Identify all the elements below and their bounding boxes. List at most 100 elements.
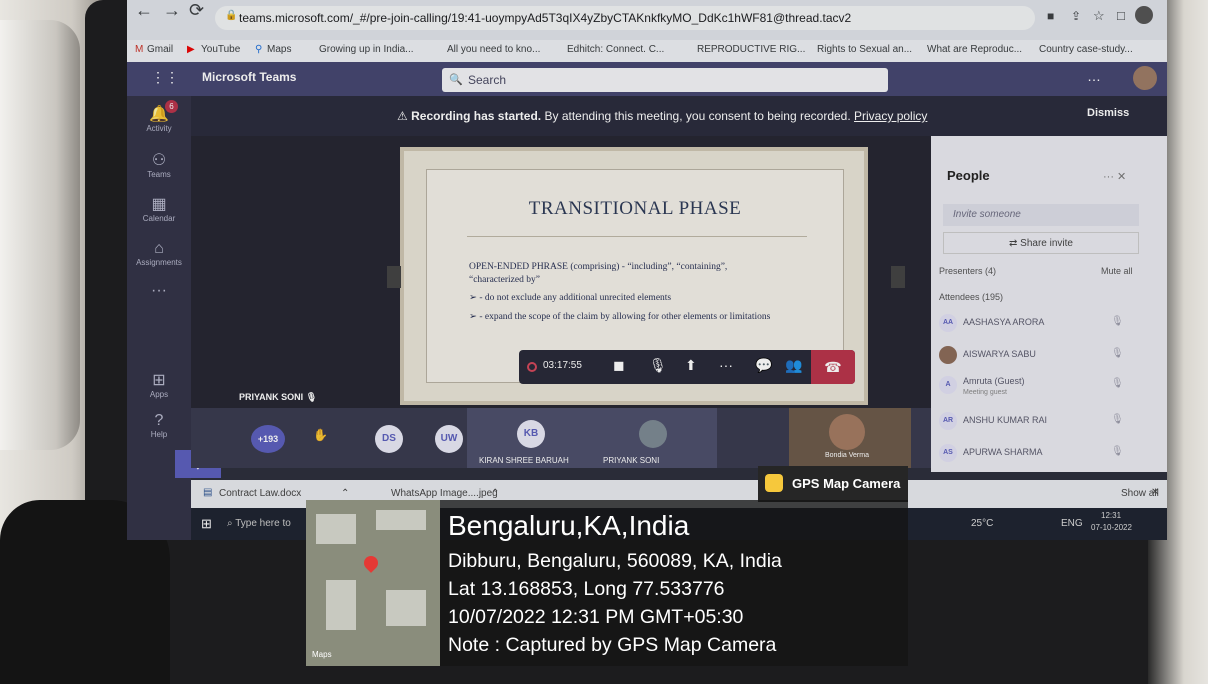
gps-address: Dibburu, Bengaluru, 560089, KA, India	[448, 550, 782, 572]
user-avatar[interactable]	[1133, 66, 1157, 90]
rail-assignments-label: Assignments	[136, 258, 182, 267]
map-pin-icon	[361, 553, 381, 573]
mute-all-button[interactable]: Mute all	[1101, 266, 1133, 276]
privacy-policy-link[interactable]: Privacy policy	[854, 109, 927, 123]
mic-mute-icon[interactable]: 🎙	[649, 357, 667, 374]
more-icon[interactable]: …	[1087, 68, 1101, 84]
rail-apps-label: Apps	[149, 390, 169, 399]
participant-row[interactable]: AA AASHASYA ARORA 🎙	[931, 310, 1167, 338]
overflow-count[interactable]: +193	[251, 425, 285, 453]
mic-off-icon: 🎙	[1111, 378, 1124, 389]
share-icon: ⇄	[1009, 238, 1018, 249]
mic-off-icon: 🎙	[1111, 316, 1124, 327]
bookmark-maps[interactable]: Maps	[267, 44, 291, 55]
download-item-2[interactable]: WhatsApp Image....jpeg	[391, 488, 498, 499]
language-indicator: ENG	[1061, 518, 1083, 529]
avatar-uw[interactable]: UW	[435, 425, 463, 453]
rail-teams[interactable]: ⚇ Teams	[127, 152, 191, 179]
participant-name: Bondia Verma	[825, 452, 869, 459]
download-item-1[interactable]: Contract Law.docx	[219, 488, 301, 499]
avatar-ds[interactable]: DS	[375, 425, 403, 453]
rail-help[interactable]: ? Help	[127, 412, 191, 439]
participant-row[interactable]: AISWARYA SABU 🎙	[931, 342, 1167, 370]
meeting-timer: 03:17:55	[543, 360, 582, 371]
map-block	[316, 514, 356, 544]
invite-input[interactable]: Invite someone	[943, 204, 1139, 226]
laptop-screen: ← → ⟳ teams.microsoft.com/_#/pre-join-ca…	[127, 0, 1167, 540]
bookmark-reproductive[interactable]: REPRODUCTIVE RIG...	[697, 44, 805, 55]
address-bar[interactable]: teams.microsoft.com/_#/pre-join-calling/…	[215, 6, 1035, 30]
slide-rule	[467, 236, 807, 237]
bookmark-all-you-need[interactable]: All you need to kno...	[447, 44, 540, 55]
bookmark-edhitch[interactable]: Edhitch: Connect. C...	[567, 44, 664, 55]
bookmark-country[interactable]: Country case-study...	[1039, 44, 1133, 55]
reload-icon[interactable]: ⟳	[189, 0, 204, 21]
gmail-icon: M	[135, 44, 144, 55]
search-icon: 🔍	[449, 74, 463, 86]
activity-badge: 6	[165, 100, 178, 113]
search-input[interactable]: Search	[442, 68, 888, 92]
participant-name: AASHASYA ARORA	[963, 317, 1045, 327]
mic-off-icon: 🎙	[1111, 414, 1124, 425]
bookmark-what-are[interactable]: What are Reproduc...	[927, 44, 1022, 55]
more-options-icon[interactable]: ···	[719, 357, 733, 373]
share-invite-label: Share invite	[1020, 238, 1073, 249]
banner-message: By attending this meeting, you consent t…	[541, 109, 855, 123]
slide-next-handle[interactable]	[891, 266, 905, 288]
bookmark-rights[interactable]: Rights to Sexual an...	[817, 44, 912, 55]
rail-apps[interactable]: ⊞ Apps	[127, 372, 191, 399]
weather-temp: 25°C	[971, 518, 994, 529]
raise-hand-icon: ✋	[313, 428, 328, 442]
forward-icon[interactable]: →	[163, 0, 181, 21]
close-downloads-icon[interactable]: ✕	[1151, 487, 1159, 498]
bookmark-youtube[interactable]: YouTube	[201, 44, 240, 55]
bell-icon: 🔔	[149, 106, 169, 123]
window-icon[interactable]: □	[1117, 8, 1125, 23]
chevron-up-icon-2[interactable]: ⌃	[491, 488, 499, 499]
windows-start-icon[interactable]: ⊞	[201, 516, 212, 532]
rail-assignments[interactable]: ⌂ Assignments	[127, 240, 191, 267]
rail-activity[interactable]: 🔔 Activity 6	[127, 100, 191, 133]
chat-icon[interactable]: 💬	[755, 357, 772, 374]
star-icon[interactable]: ☆	[1093, 8, 1105, 24]
dismiss-button[interactable]: Dismiss	[1087, 107, 1129, 119]
rail-more[interactable]: ···	[127, 282, 191, 300]
back-icon[interactable]: ←	[135, 0, 153, 21]
slide-bullet-1: ➢ - do not exclude any additional unreci…	[469, 293, 672, 303]
app-launcher-icon[interactable]: ⋮⋮	[151, 69, 179, 86]
gps-city: Bengaluru,KA,India	[448, 510, 690, 541]
chevron-up-icon[interactable]: ⌃	[341, 488, 349, 499]
presenters-section[interactable]: Presenters (4)	[939, 266, 996, 276]
camera-off-icon[interactable]: ◼	[613, 357, 625, 374]
slide-prev-handle[interactable]	[387, 266, 401, 288]
share-icon[interactable]: ⇪	[1071, 9, 1081, 23]
participant-row[interactable]: AS APURWA SHARMA 🎙	[931, 440, 1167, 468]
maps-icon: ⚲	[255, 44, 263, 55]
people-title: People	[947, 168, 990, 183]
share-invite-button[interactable]: ⇄ Share invite	[943, 232, 1139, 254]
left-rail: 🔔 Activity 6 ⚇ Teams ▦ Calendar ⌂ Assign…	[127, 96, 221, 540]
participant-subtitle: Meeting guest	[963, 389, 1007, 396]
participant-name: Amruta (Guest)	[963, 376, 1025, 386]
participant-row[interactable]: AR ANSHU KUMAR RAI 🎙	[931, 408, 1167, 436]
gps-datetime: 10/07/2022 12:31 PM GMT+05:30	[448, 606, 744, 628]
participants-icon[interactable]: 👥	[785, 357, 802, 374]
share-screen-icon[interactable]: ⬆	[685, 357, 697, 374]
attendees-section[interactable]: Attendees (195)	[939, 292, 1003, 302]
bookmark-growing-up[interactable]: Growing up in India...	[319, 44, 414, 55]
taskbar-search[interactable]: ⌕ Type here to	[227, 518, 291, 529]
profile-avatar[interactable]	[1135, 6, 1153, 24]
meeting-controls: 03:17:55 ◼ 🎙 ⬆ ··· 💬 👥 ☎	[519, 350, 855, 384]
tile-video-participant[interactable]: Bondia Verma	[789, 408, 911, 468]
app-title: Microsoft Teams	[202, 70, 297, 84]
tile-kiran[interactable]: KB KIRAN SHREE BARUAH PRIYANK SONI	[467, 408, 717, 468]
people-close-icon[interactable]: ··· ✕	[1103, 170, 1126, 183]
extension-icon[interactable]: ■	[1047, 9, 1054, 23]
bookmark-gmail[interactable]: Gmail	[147, 44, 173, 55]
rail-calendar[interactable]: ▦ Calendar	[127, 196, 191, 223]
hang-up-button[interactable]: ☎	[811, 350, 855, 384]
slide-line-1: OPEN-ENDED PHRASE (comprising) - “includ…	[469, 262, 728, 272]
rail-activity-label: Activity	[146, 124, 172, 133]
warning-icon: ⚠	[397, 109, 408, 123]
participant-row[interactable]: A Amruta (Guest) Meeting guest 🎙	[931, 372, 1167, 400]
